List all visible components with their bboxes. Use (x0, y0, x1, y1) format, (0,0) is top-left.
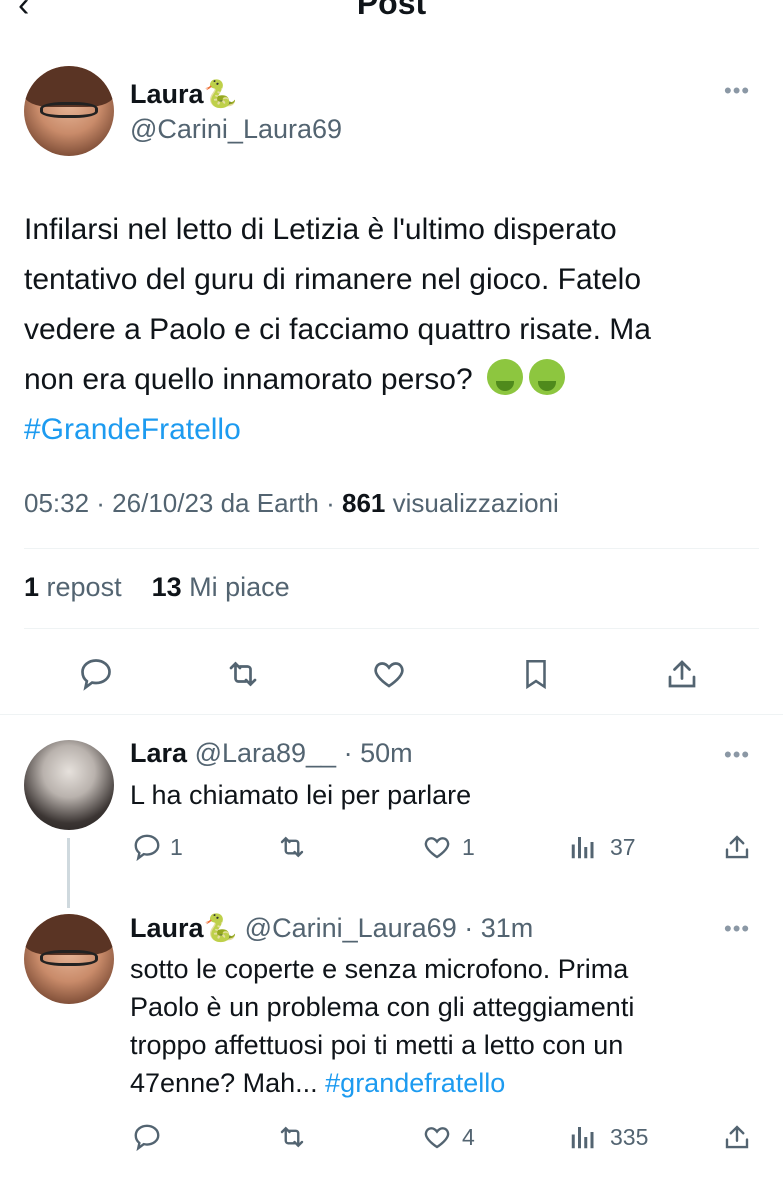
reply-meta: @Carini_Laura69 · 31m (244, 913, 534, 943)
like-icon[interactable] (368, 654, 410, 694)
reposts-label: repost (39, 572, 122, 602)
page-title: Post (356, 0, 427, 18)
reposts-stat[interactable]: 1 repost (24, 572, 122, 602)
post-timestamp: 05:32 · 26/10/23 da Earth · (24, 488, 342, 518)
reply-text-line: Paolo è un problema con gli atteggiament… (130, 992, 635, 1022)
author-name[interactable]: Laura🐍 (130, 78, 237, 110)
repost-icon[interactable] (273, 1120, 311, 1154)
post-text-line: Infilarsi nel letto di Letizia è l'ultim… (24, 213, 617, 246)
top-bar: ‹ Post (0, 0, 783, 18)
repost-icon[interactable] (221, 654, 265, 694)
like-count: 1 (462, 834, 475, 860)
views-count: 335 (610, 1124, 649, 1150)
reposts-count: 1 (24, 572, 40, 602)
like-icon[interactable] (420, 1120, 454, 1154)
divider (24, 628, 759, 629)
like-count: 4 (462, 1124, 475, 1150)
views-count: 861 (342, 488, 386, 518)
author-handle[interactable]: @Carini_Laura69 (130, 114, 342, 145)
reply-text: L ha chiamato lei per parlare (130, 776, 471, 814)
reply-text-line: troppo affettuosi poi ti metti a letto c… (130, 1030, 624, 1060)
thread-connector (67, 838, 70, 908)
reply-text: sotto le coperte e senza microfono. Prim… (130, 950, 634, 1102)
likes-label: Mi piace (181, 572, 290, 602)
repost-icon[interactable] (273, 830, 311, 864)
hashtag-link[interactable]: #grandefratello (325, 1068, 505, 1098)
avatar[interactable] (24, 66, 114, 156)
post-stats: 1 repost 13 Mi piace (24, 572, 290, 603)
divider (0, 714, 783, 715)
hashtag-link[interactable]: #GrandeFratello (24, 405, 759, 455)
bookmark-icon[interactable] (516, 654, 556, 694)
more-icon[interactable]: ••• (724, 916, 750, 942)
post-meta: 05:32 · 26/10/23 da Earth · 861 visualiz… (24, 488, 559, 519)
post-text-line: tentativo del guru di rimanere nel gioco… (24, 263, 642, 296)
reply-author-name[interactable]: Laura🐍 (130, 913, 237, 943)
share-icon[interactable] (720, 830, 754, 864)
more-icon[interactable]: ••• (724, 78, 750, 104)
likes-count: 13 (151, 572, 182, 602)
post-text-line: non era quello innamorato perso? (24, 363, 473, 396)
share-icon[interactable] (662, 654, 702, 694)
views-count: 37 (610, 834, 636, 860)
avatar[interactable] (24, 740, 114, 830)
reply-author-name[interactable]: Lara (130, 738, 187, 768)
nauseated-face-emoji (528, 359, 565, 395)
share-icon[interactable] (720, 1120, 754, 1154)
divider (24, 548, 759, 549)
like-icon[interactable] (420, 830, 454, 864)
views-icon[interactable] (566, 830, 600, 864)
reply-text-line: sotto le coperte e senza microfono. Prim… (130, 954, 629, 984)
post-text: Infilarsi nel letto di Letizia è l'ultim… (24, 205, 759, 455)
reply-header: Lara @Lara89__ · 50m (130, 738, 413, 769)
nauseated-face-emoji (486, 359, 523, 395)
more-icon[interactable]: ••• (724, 742, 750, 768)
reply-header: Laura🐍 @Carini_Laura69 · 31m (130, 912, 533, 944)
reply-meta: @Lara89__ · 50m (194, 738, 413, 768)
post-text-line: vedere a Paolo e ci facciamo quattro ris… (24, 313, 651, 346)
reply-icon[interactable] (130, 830, 164, 864)
reply-icon[interactable] (130, 1120, 164, 1154)
views-icon[interactable] (566, 1120, 600, 1154)
likes-stat[interactable]: 13 Mi piace (152, 572, 290, 602)
avatar[interactable] (24, 914, 114, 1004)
views-label: visualizzazioni (385, 488, 559, 518)
reply-text-line: L ha chiamato lei per parlare (130, 780, 472, 810)
post-text-line-with-emoji: non era quello innamorato perso? (24, 355, 759, 405)
reply-text-line-with-hashtag: 47enne? Mah... #grandefratello (130, 1064, 634, 1102)
reply-icon[interactable] (76, 654, 116, 694)
reply-text-line: 47enne? Mah... (130, 1068, 326, 1098)
reply-count: 1 (170, 834, 183, 860)
